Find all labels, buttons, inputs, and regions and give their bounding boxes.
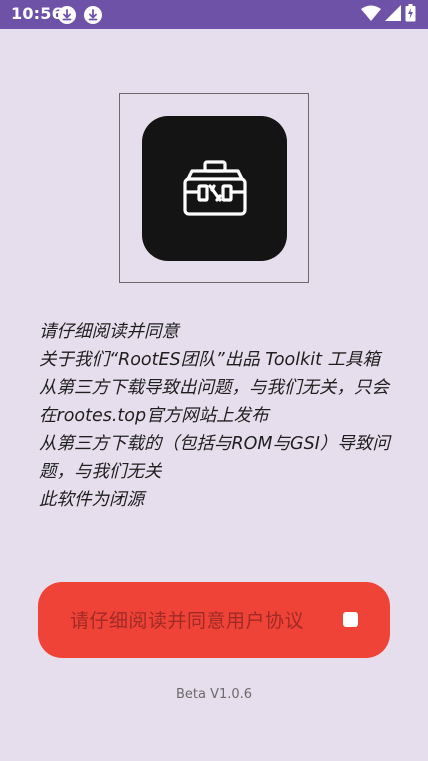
notice-line: 关于我们“RootES团队”出品 Toolkit 工具箱 [39, 350, 381, 370]
notice-line: 此软件为闭源 [39, 490, 144, 510]
battery-charging-icon [405, 4, 416, 26]
disclaimer-text: 请仔细阅读并同意 关于我们“RootES团队”出品 Toolkit 工具箱 从第… [39, 318, 399, 514]
status-bar: 10:56 [0, 0, 428, 29]
notice-line: 从第三方下载的（包括与ROM与GSI）导致问题，与我们无关 [39, 434, 390, 482]
notice-line: 请仔细阅读并同意 [39, 322, 179, 342]
app-logo [142, 116, 287, 261]
signal-icon [385, 5, 401, 25]
agree-checkbox[interactable] [343, 612, 358, 627]
status-time: 10:56 [11, 4, 63, 23]
agree-button-label: 请仔细阅读并同意用户协议 [70, 610, 305, 632]
wifi-icon [361, 5, 381, 25]
download-icon [58, 6, 76, 24]
app-logo-frame [119, 93, 309, 283]
version-label: Beta V1.0.6 [175, 687, 253, 702]
download-icon [84, 6, 102, 24]
toolbox-icon [182, 159, 247, 216]
agree-terms-button[interactable]: 请仔细阅读并同意用户协议 [38, 582, 390, 658]
notice-line: 从第三方下载导致出问题，与我们无关，只会在rootes.top官方网站上发布 [39, 378, 389, 426]
